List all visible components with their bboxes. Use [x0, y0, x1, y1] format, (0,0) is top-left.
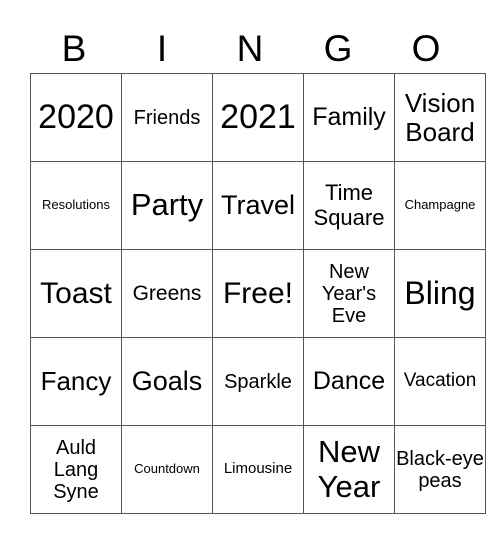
bingo-cell[interactable]: Time Square: [303, 161, 395, 250]
bingo-cell[interactable]: Toast: [30, 249, 122, 338]
bingo-cell[interactable]: Greens: [121, 249, 213, 338]
bingo-row: Auld Lang Syne Countdown Limousine New Year…: [30, 425, 486, 514]
bingo-cell[interactable]: New Year: [303, 425, 395, 514]
header-letter-o: O: [411, 28, 441, 69]
bingo-cell[interactable]: Vacation: [394, 337, 486, 426]
bingo-cell[interactable]: Black-eye peas: [394, 425, 486, 514]
bingo-cell[interactable]: Champagne: [394, 161, 486, 250]
bingo-row: Toast Greens Free! New Year's Eve Bling: [30, 249, 486, 338]
bingo-row: Fancy Goals Sparkle Dance Vacation: [30, 337, 486, 426]
bingo-cell[interactable]: Family: [303, 73, 395, 162]
bingo-row: Resolutions Party Travel Time Square Champag…: [30, 161, 486, 250]
bingo-cell[interactable]: Friends: [121, 73, 213, 162]
header-letter-b: B: [61, 28, 87, 69]
bingo-cell[interactable]: Fancy: [30, 337, 122, 426]
bingo-cell[interactable]: Sparkle: [212, 337, 304, 426]
bingo-cell[interactable]: New Year's Eve: [303, 249, 395, 338]
bingo-cell[interactable]: Countdown: [121, 425, 213, 514]
bingo-header: B I N G O: [30, 26, 470, 72]
bingo-grid: 2020 Friends 2021 Family Vision Board Resolut…: [30, 73, 486, 514]
bingo-cell[interactable]: Auld Lang Syne: [30, 425, 122, 514]
bingo-cell[interactable]: Vision Board: [394, 73, 486, 162]
bingo-row: 2020 Friends 2021 Family Vision Board: [30, 73, 486, 162]
header-letter-g: G: [323, 28, 353, 69]
bingo-cell[interactable]: 2021: [212, 73, 304, 162]
bingo-cell[interactable]: Goals: [121, 337, 213, 426]
bingo-cell[interactable]: Bling: [394, 249, 486, 338]
bingo-cell[interactable]: Resolutions: [30, 161, 122, 250]
header-letter-i: I: [156, 28, 168, 69]
bingo-cell[interactable]: Dance: [303, 337, 395, 426]
bingo-cell[interactable]: 2020: [30, 73, 122, 162]
bingo-cell[interactable]: Limousine: [212, 425, 304, 514]
bingo-cell[interactable]: Travel: [212, 161, 304, 250]
header-letter-n: N: [236, 28, 264, 69]
bingo-cell[interactable]: Party: [121, 161, 213, 250]
bingo-cell[interactable]: Free!: [212, 249, 304, 338]
